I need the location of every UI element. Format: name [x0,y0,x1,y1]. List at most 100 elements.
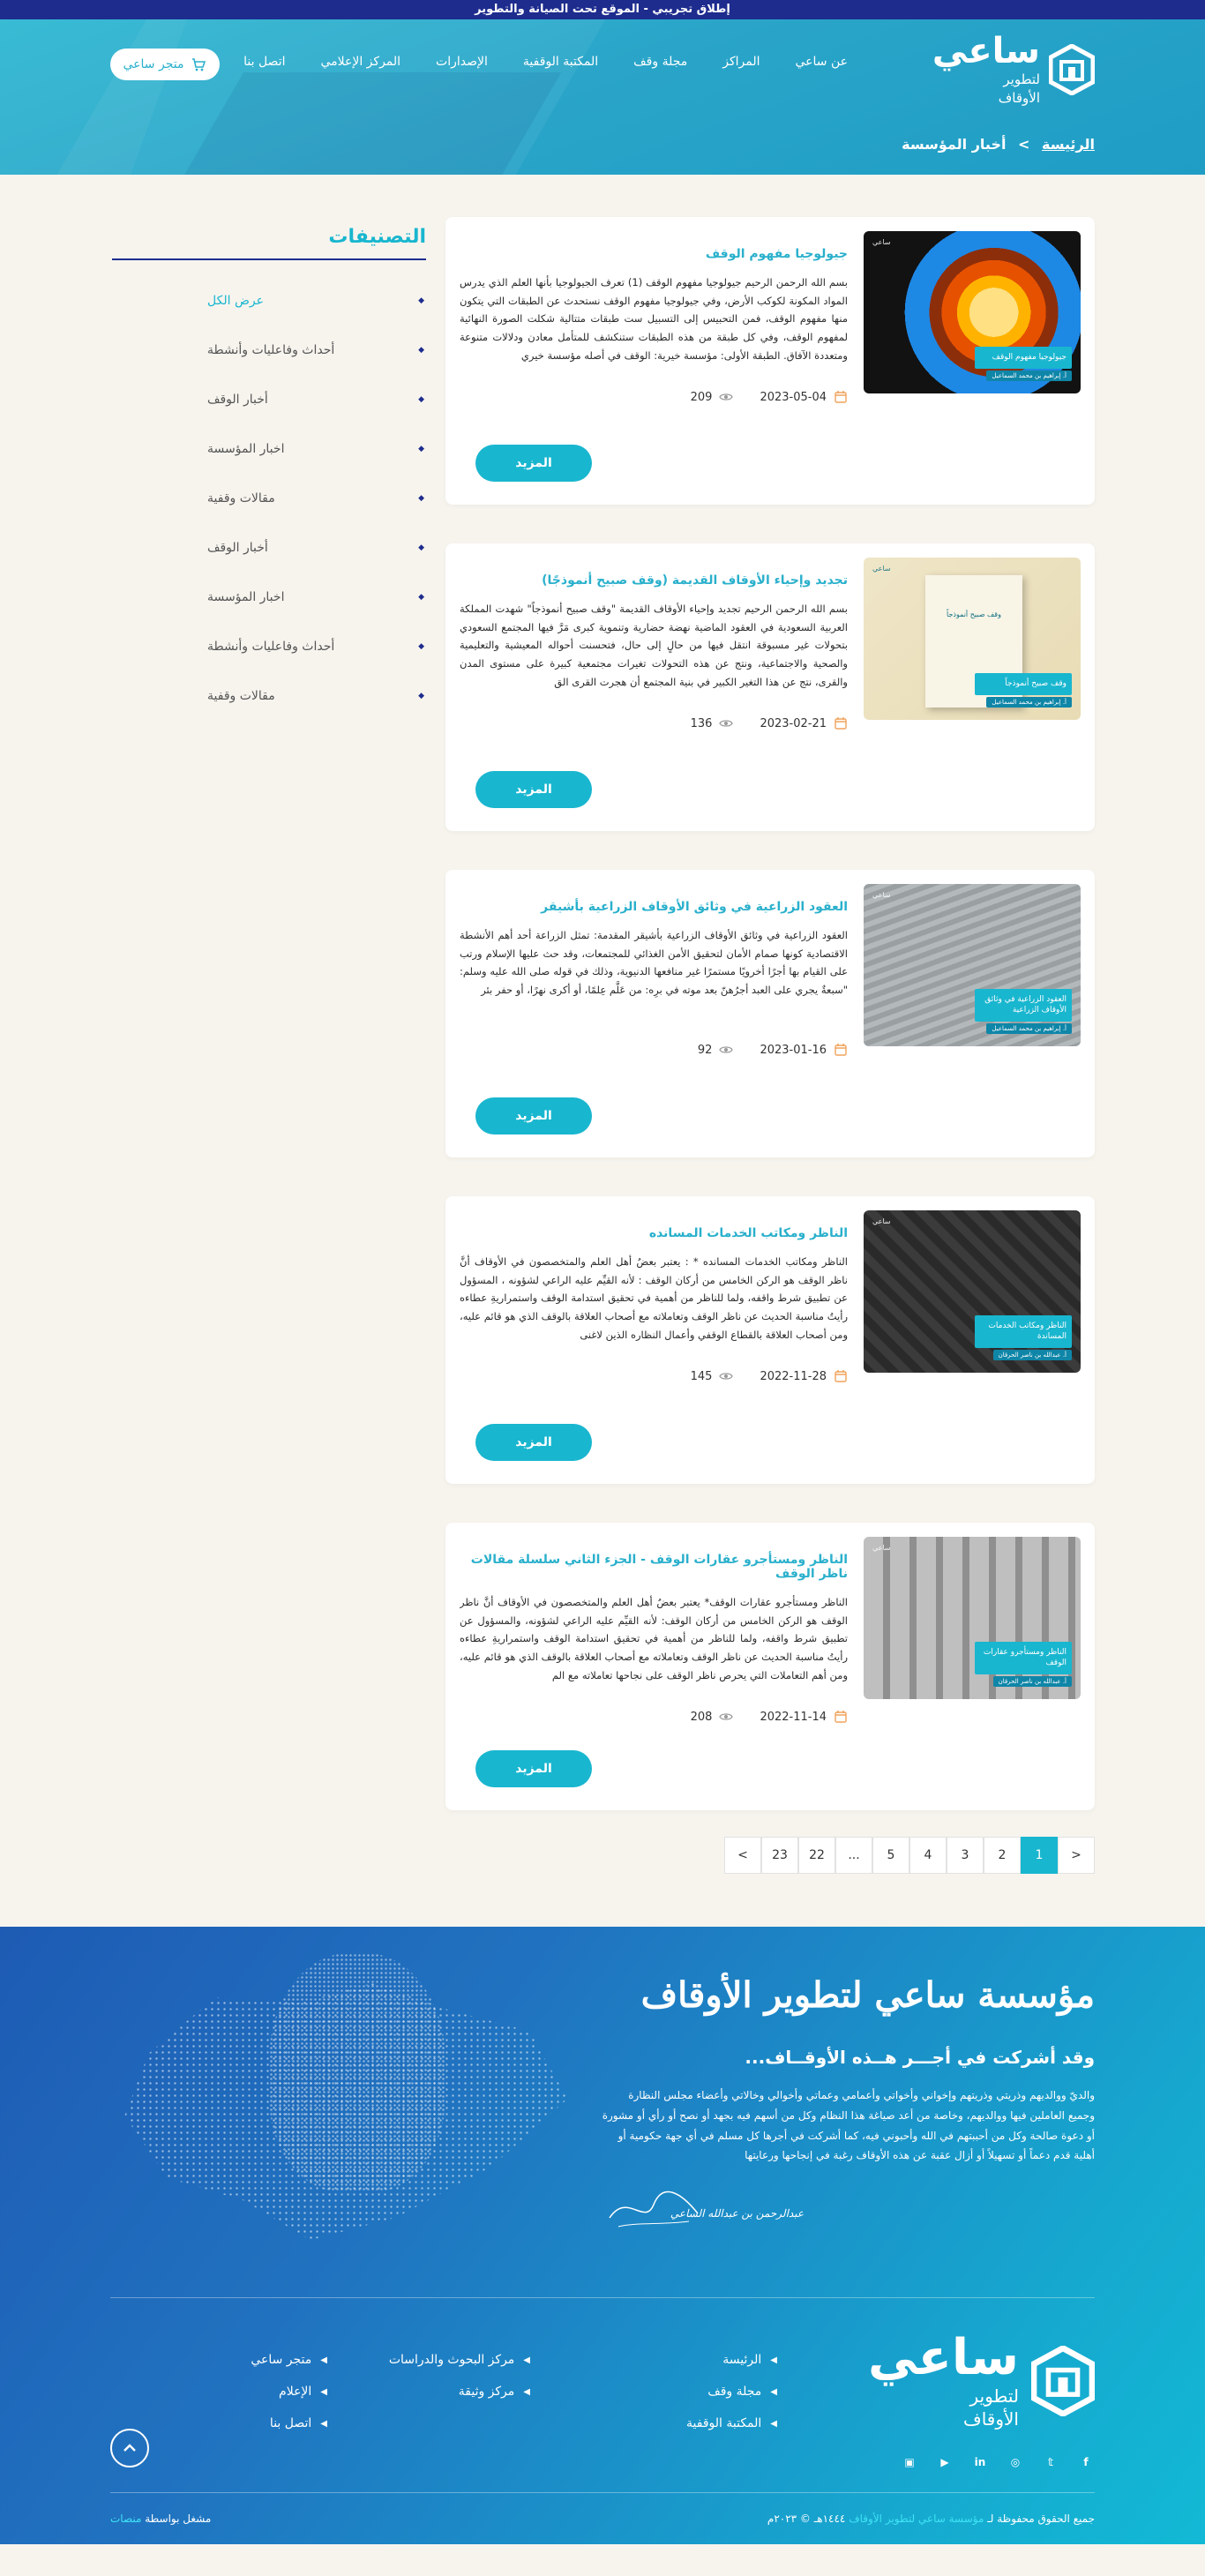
article-meta: 2023-02-21 136 [460,716,848,730]
twitter-icon[interactable]: 𝕥 [1042,2453,1059,2471]
nav-item-contact[interactable]: اتصل بنا [243,55,285,69]
footer-logo[interactable]: ساعي لتطوير الأوقاف [868,2333,1095,2429]
breadcrumb-current: أخبار المؤسسة [902,136,1007,153]
image-caption: الناظر ومكاتب الخدمات المساندة [975,1314,1072,1348]
eye-icon [719,1713,734,1720]
footer-link[interactable]: ◀ مركز البحوث والدراسات [389,2344,530,2376]
image-author: أ. إبراهيم بن محمد السماعيل [986,371,1072,381]
footer-link[interactable]: ◀ متجر ساعي [251,2344,327,2376]
logo-name: ساعي [932,31,1040,71]
read-more-button[interactable]: المزيد [475,771,592,808]
article-meta: 2022-11-28 145 [460,1369,848,1383]
category-item[interactable]: اخبار المؤسسة ◆ [110,424,426,474]
pagination-page-3[interactable]: 3 [947,1837,984,1874]
category-item[interactable]: عرض الكل ◆ [110,276,426,326]
breadcrumb-home[interactable]: الرئيسة [1042,136,1095,153]
category-item[interactable]: أحداث وفاعليات وأنشطة ◆ [110,326,426,375]
article-title[interactable]: الناظر ومكاتب الخدمات المسانده [460,1226,848,1240]
linkedin-icon[interactable]: in [971,2453,989,2471]
nav-item-magazine[interactable]: مجلة وقف [633,55,687,69]
nav-item-centers[interactable]: المراكز [722,55,760,69]
categories-list: عرض الكل ◆ أحداث وفاعليات وأنشطة ◆ أخبار ا… [110,276,426,721]
footer-logo-name: ساعي [867,2329,1019,2386]
facebook-icon[interactable]: f [1077,2453,1095,2471]
breadcrumb: الرئيسة > أخبار المؤسسة [902,136,1095,153]
pagination-page-4[interactable]: 4 [909,1837,947,1874]
footer-link-label: الرئيسة [722,2353,762,2367]
nav-item-about[interactable]: عن ساعي [796,55,848,69]
pagination-page-5[interactable]: 5 [872,1837,909,1874]
article-date: 2022-11-28 [760,1369,827,1383]
footer-link[interactable]: ◀ الرئيسة [686,2344,777,2376]
category-item[interactable]: مقالات وقفية ◆ [110,474,426,523]
article-title[interactable]: الناظر ومستأجرو عقارات الوقف - الجزء الث… [460,1553,848,1581]
article-image[interactable]: ساعي الناظر ومكاتب الخدمات المساندة أ. ع… [864,1210,1081,1373]
footer-link[interactable]: ◀ اتصل بنا [251,2408,327,2439]
read-more-button[interactable]: المزيد [475,1424,592,1461]
copyright-org-link[interactable]: مؤسسة ساعي لتطوير الأوقاف [849,2512,984,2525]
image-author: أ. عبدالله بن ناصر الحرقان [992,1676,1072,1687]
store-button[interactable]: متجر ساعي [110,49,220,80]
article-image[interactable]: ساعي العقود الزراعية في وثائق الأوقاف ال… [864,884,1081,1046]
article-title[interactable]: العقود الزراعية في وثائق الأوقاف الزراعي… [460,900,848,914]
category-item[interactable]: أحداث وفاعليات وأنشطة ◆ [110,622,426,671]
pagination-page-2[interactable]: 2 [984,1837,1021,1874]
pagination-page-1[interactable]: 1 [1021,1837,1058,1874]
footer-link[interactable]: ◀ الإعلام [251,2376,327,2408]
founder-portrait [269,1953,445,2191]
nav-item-library[interactable]: المكتبة الوقفية [523,55,598,69]
caret-left-icon: ◀ [523,2386,530,2397]
category-item[interactable]: اخبار المؤسسة ◆ [110,573,426,622]
diamond-bullet-icon: ◆ [418,445,424,453]
powered-by-link[interactable]: منصات [110,2512,141,2525]
article-image[interactable]: ساعي الناظر ومستأجرو عقارات الوقف أ. عبد… [864,1537,1081,1699]
category-item[interactable]: أخبار الوقف ◆ [110,523,426,573]
article-meta: 2023-01-16 92 [460,1043,848,1057]
article-views: 209 [690,390,713,404]
article-title[interactable]: جيولوجيا مفهوم الوقف [460,247,848,261]
category-item[interactable]: مقالات وقفية ◆ [110,671,426,721]
breadcrumb-separator: > [1018,136,1030,153]
diamond-bullet-icon: ◆ [418,395,424,404]
store-label: متجر ساعي [123,57,184,71]
pagination-next[interactable]: > [724,1837,761,1874]
pagination-page-22[interactable]: 22 [798,1837,835,1874]
footer-links-col3: ◀ متجر ساعي ◀ الإعلام ◀ اتصل بنا [251,2344,327,2439]
article-excerpt: العقود الزراعية في وثائق الأوقاف الزراعي… [460,929,848,997]
footer-link-label: مركز وثيقة [458,2385,515,2399]
article-date: 2023-01-16 [760,1043,827,1057]
scroll-to-top-button[interactable] [110,2429,149,2467]
article-image[interactable]: ساعي جيولوجيا مفهوم الوقف أ. إبراهيم بن … [864,231,1081,393]
articles-list: ساعي جيولوجيا مفهوم الوقف أ. إبراهيم بن … [445,217,1095,1874]
article-title[interactable]: تجديد وإحياء الأوقاف القديمة (وقف صبيح أ… [460,573,848,588]
youtube-icon[interactable]: ▶ [936,2453,954,2471]
site-header: ساعي لتطوير الأوقاف عن ساعي المراكز مجلة… [0,19,1205,175]
pagination-page-23[interactable]: 23 [761,1837,798,1874]
diamond-bullet-icon: ◆ [418,346,424,355]
read-more-button[interactable]: المزيد [475,1097,592,1134]
footer-link[interactable]: ◀ مركز وثيقة [389,2376,530,2408]
signature-name: عبدالرحمن بن عبدالله الساعي [670,2207,804,2220]
site-logo[interactable]: ساعي لتطوير الأوقاف [932,34,1095,105]
pagination-ellipsis: ... [835,1837,872,1874]
read-more-button[interactable]: المزيد [475,1750,592,1787]
eye-icon [719,720,734,727]
calendar-icon [835,1044,847,1056]
category-item[interactable]: أخبار الوقف ◆ [110,375,426,424]
caret-left-icon: ◀ [770,2418,777,2429]
article-card: ساعي الناظر ومكاتب الخدمات المساندة أ. ع… [445,1196,1095,1484]
maintenance-banner: إطلاق تجريبي - الموقع تحت الصيانة والتطو… [0,0,1205,19]
article-meta: 2023-05-04 209 [460,390,848,404]
instagram-icon[interactable]: ◎ [1007,2453,1024,2471]
read-more-button[interactable]: المزيد [475,445,592,482]
snapchat-icon[interactable]: ▣ [901,2453,918,2471]
footer-link[interactable]: ◀ المكتبة الوقفية [686,2408,777,2439]
pagination-prev[interactable]: < [1058,1837,1095,1874]
article-image[interactable]: ساعي وقف صبيح أنموذجاً وقف صبيح أنموذجاً… [864,558,1081,720]
footer-link[interactable]: ◀ مجلة وقف [686,2376,777,2408]
caret-left-icon: ◀ [770,2386,777,2397]
footer-link-label: الإعلام [279,2385,312,2399]
nav-item-media-center[interactable]: المركز الإعلامي [320,55,400,69]
article-excerpt: بسم الله الرحمن الرحيم تجديد وإحياء الأو… [460,603,848,688]
nav-item-publications[interactable]: الإصدارات [436,55,488,69]
